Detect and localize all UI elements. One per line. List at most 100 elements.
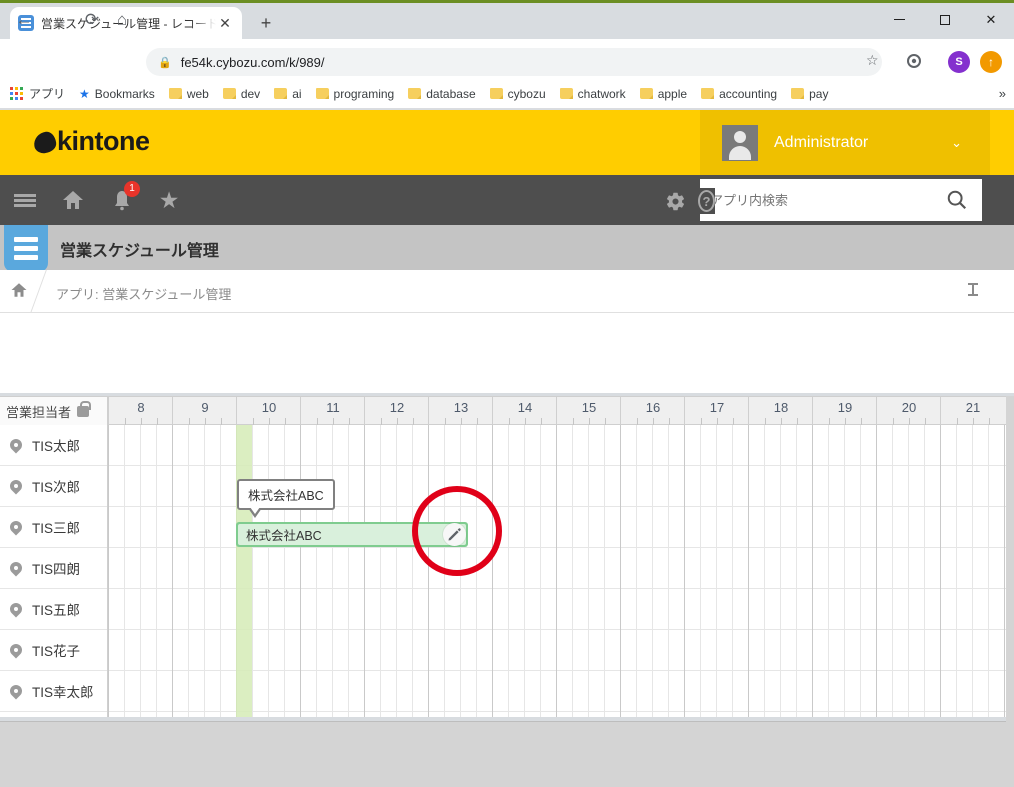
lock-icon: 🔒 <box>158 56 172 69</box>
table-row[interactable]: TIS太郎 <box>0 425 107 466</box>
pencil-icon[interactable] <box>443 523 466 546</box>
quarter-hour-tick <box>909 418 910 425</box>
bookmark-label: アプリ <box>29 87 66 101</box>
home-icon[interactable]: ⌂ <box>110 8 134 32</box>
bookmark-apple[interactable]: apple <box>639 86 688 101</box>
grid-column-line <box>476 425 477 717</box>
bookmark-chatwork[interactable]: chatwork <box>559 87 626 101</box>
quarter-hour-tick <box>397 418 398 425</box>
grid-column-line <box>140 425 141 717</box>
window-controls: ✕ <box>876 3 1014 36</box>
bookmark-bookmarks[interactable]: ★ Bookmarks <box>79 87 155 101</box>
extensions-icon[interactable] <box>905 52 923 70</box>
folder-icon <box>274 88 288 99</box>
grid-column-line <box>652 425 653 717</box>
bookmark-database[interactable]: database <box>408 87 476 101</box>
update-icon[interactable]: ↑ <box>980 51 1002 73</box>
bookmark-star-icon[interactable]: ☆ <box>866 52 879 69</box>
minimize-button[interactable] <box>876 3 922 36</box>
app-icon[interactable] <box>4 225 48 272</box>
app-search-box[interactable] <box>700 179 932 221</box>
hour-column-header: 16 <box>620 397 684 425</box>
avatar <box>722 124 758 161</box>
user-menu[interactable]: Administrator ⌄ <box>700 110 990 175</box>
bookmark-programing[interactable]: programing <box>315 86 395 101</box>
hour-label: 18 <box>773 400 789 415</box>
hour-column-header: 19 <box>812 397 876 425</box>
home-icon[interactable] <box>60 187 86 213</box>
new-tab-button[interactable]: + <box>254 12 278 36</box>
grid-area[interactable]: 株式会社ABC 株式会社ABC <box>108 425 1014 717</box>
bookmark-apps[interactable]: アプリ <box>10 85 65 102</box>
folder-icon <box>222 88 236 99</box>
quarter-hour-tick <box>893 418 894 425</box>
forward-icon[interactable]: → <box>48 8 72 32</box>
bookmark-pay[interactable]: pay <box>791 87 828 101</box>
quarter-hour-tick <box>845 418 846 425</box>
home-icon[interactable] <box>10 281 30 301</box>
quarter-hour-tick <box>861 418 862 425</box>
timetable-header: 営業担当者 8 9 10 11 12 13 14 15 16 17 18 19 20 21 <box>0 396 1014 425</box>
hour-label: 12 <box>389 400 405 415</box>
table-row[interactable]: TIS五郎 <box>0 589 107 630</box>
notification-badge: 1 <box>124 181 140 197</box>
grid-column-line <box>124 425 125 717</box>
grid-column-line <box>940 425 941 717</box>
bookmark-dev[interactable]: dev <box>222 87 260 101</box>
bookmark-cybozu[interactable]: cybozu <box>489 87 546 101</box>
kintone-logo[interactable]: kintone <box>32 126 150 157</box>
bookmarks-overflow-icon[interactable]: » <box>999 86 1006 101</box>
table-row[interactable]: TIS花子 <box>0 630 107 671</box>
grid-column-line <box>252 425 253 717</box>
bookmark-web[interactable]: web <box>168 87 209 101</box>
bookmark-label: programing <box>333 86 395 101</box>
schedule-event-bar[interactable]: 株式会社ABC <box>236 522 468 547</box>
bookmark-label: accounting <box>719 86 778 101</box>
settings-gear-icon[interactable] <box>665 191 686 212</box>
quarter-hour-tick <box>461 418 462 425</box>
table-row[interactable]: TIS次郎 <box>0 466 107 507</box>
profile-avatar[interactable]: S <box>948 51 970 73</box>
folder-icon <box>168 88 182 99</box>
grid-column-line <box>764 425 765 717</box>
right-edge-filler <box>1006 396 1014 787</box>
search-input[interactable] <box>710 192 920 208</box>
address-bar[interactable]: 🔒 fe54k.cybozu.com/k/989/ <box>146 48 882 76</box>
table-row[interactable]: TIS四朗 <box>0 548 107 589</box>
maximize-button[interactable] <box>922 3 968 36</box>
grid-column-line <box>492 425 493 717</box>
grid-column-line <box>540 425 541 717</box>
reload-icon[interactable]: ⟳ <box>80 8 104 32</box>
table-row[interactable]: TIS三郎 <box>0 507 107 548</box>
search-button[interactable] <box>932 179 982 221</box>
event-label: 株式会社ABC <box>246 529 322 543</box>
close-icon[interactable]: ✕ <box>216 14 234 32</box>
browser-window: 営業スケジュール管理 - レコードの一覧 ✕ + ✕ ← → ⟳ ⌂ 🔒 fe5… <box>0 0 1014 787</box>
bookmark-label: apple <box>657 86 688 101</box>
quarter-hour-tick <box>669 418 670 425</box>
grid-column-line <box>812 425 813 717</box>
favorites-star-icon[interactable]: ★ <box>156 187 182 213</box>
person-name: TIS三郎 <box>32 521 81 536</box>
grid-column-line <box>460 425 461 717</box>
grid-column-line <box>220 425 221 717</box>
header-action-icons: ? <box>665 188 715 214</box>
table-row[interactable]: TIS幸太郎 <box>0 671 107 712</box>
back-icon[interactable]: ← <box>12 8 36 32</box>
hour-column-header: 8 <box>108 397 172 425</box>
close-window-button[interactable]: ✕ <box>968 3 1014 36</box>
bookmark-ai[interactable]: ai <box>274 87 302 101</box>
quarter-hour-tick <box>589 418 590 425</box>
grid-column-line <box>380 425 381 717</box>
folder-icon <box>701 88 715 99</box>
folder-icon <box>559 88 573 99</box>
bookmark-accounting[interactable]: accounting <box>701 87 777 101</box>
pin-icon[interactable] <box>966 282 980 301</box>
person-name: TIS花子 <box>32 644 81 659</box>
hamburger-icon[interactable] <box>12 187 38 213</box>
folder-icon <box>639 88 653 99</box>
notification-bell-icon[interactable]: 1 <box>109 181 140 213</box>
help-circle-icon[interactable]: ? <box>698 190 715 212</box>
hour-column-header: 18 <box>748 397 812 425</box>
grid-column-line <box>428 425 429 717</box>
